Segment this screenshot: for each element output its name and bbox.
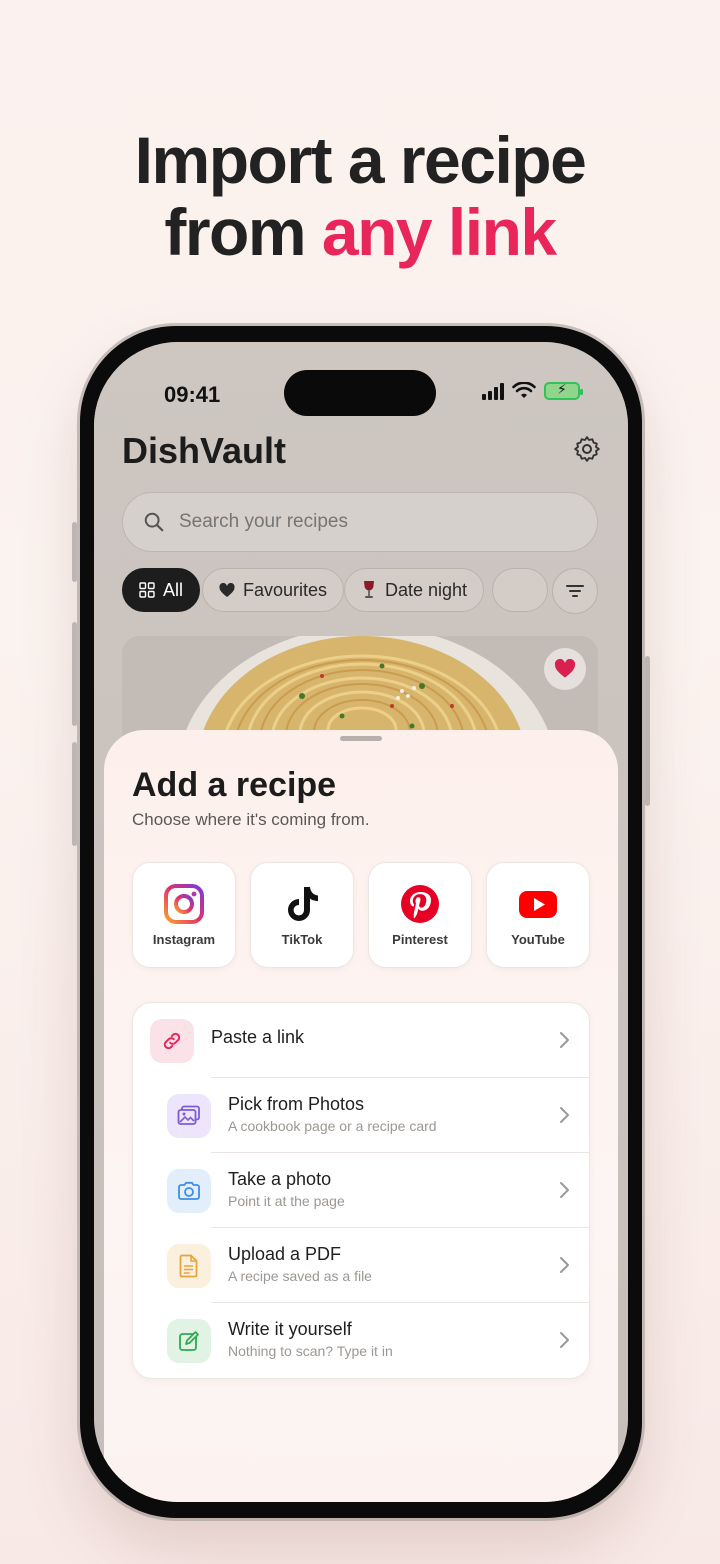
chip-favourites-label: Favourites: [243, 579, 328, 600]
phone-frame: 09:41 ⚡ DishVault All: [72, 326, 650, 1518]
headline-accent: any link: [321, 195, 557, 269]
option-upload-pdf[interactable]: Upload a PDF A recipe saved as a file: [133, 1228, 589, 1303]
signal-icon: [482, 382, 504, 400]
search-icon: [144, 512, 164, 532]
filter-lines-icon: [566, 585, 584, 597]
chevron-right-icon: [560, 1182, 569, 1198]
heart-icon: [219, 582, 235, 597]
option-write-yourself[interactable]: Write it yourself Nothing to scan? Type …: [133, 1303, 589, 1378]
instagram-icon: [164, 883, 204, 924]
option-photos-icon-bg: [167, 1093, 211, 1138]
option-subtitle: A recipe saved as a file: [228, 1268, 372, 1284]
chip-all-label: All: [163, 579, 184, 600]
chip-date-night-label: Date night: [385, 579, 468, 600]
chevron-right-icon: [560, 1032, 569, 1048]
mute-switch: [72, 522, 77, 582]
option-title: Write it yourself: [228, 1319, 352, 1339]
option-paste-link-text: Paste a link: [211, 1027, 304, 1048]
status-icons: ⚡: [482, 381, 583, 400]
option-pdf-icon-bg: [167, 1243, 211, 1288]
chip-favourites[interactable]: Favourites: [202, 568, 345, 612]
headline-line-2: from any link: [0, 196, 720, 268]
chip-date-night[interactable]: Date night: [344, 568, 485, 612]
sheet-grabber[interactable]: [340, 736, 382, 741]
marketing-headline: Import a recipe from any link: [0, 124, 720, 268]
dynamic-island: [284, 370, 436, 416]
option-subtitle: Nothing to scan? Type it in: [228, 1343, 393, 1359]
chip-all[interactable]: All: [122, 568, 201, 612]
side-button: [645, 656, 650, 806]
app-title: DishVault: [122, 430, 287, 471]
battery-icon: ⚡: [544, 381, 583, 400]
wifi-icon: [512, 382, 536, 398]
source-grid: Instagram TikTok Pinterest YouTube: [132, 862, 590, 968]
source-instagram[interactable]: Instagram: [132, 862, 236, 968]
filter-button[interactable]: [552, 568, 598, 614]
source-instagram-label: Instagram: [152, 931, 216, 947]
source-youtube[interactable]: YouTube: [486, 862, 590, 968]
phone-screen: 09:41 ⚡ DishVault All: [94, 342, 628, 1502]
settings-gear-icon[interactable]: [572, 434, 602, 464]
option-pdf-text: Upload a PDF A recipe saved as a file: [228, 1244, 372, 1284]
search-bar[interactable]: [122, 492, 598, 552]
option-write-text: Write it yourself Nothing to scan? Type …: [228, 1319, 393, 1359]
option-camera-icon-bg: [167, 1168, 211, 1213]
chip-more[interactable]: [492, 568, 548, 612]
youtube-icon: [519, 890, 557, 918]
option-pick-from-photos[interactable]: Pick from Photos A cookbook page or a re…: [133, 1078, 589, 1153]
pinterest-icon: [401, 884, 439, 923]
photos-icon: [177, 1105, 200, 1125]
moon-icon: [508, 583, 520, 597]
link-icon: [163, 1032, 181, 1049]
add-recipe-sheet: Add a recipe Choose where it's coming fr…: [104, 730, 618, 1502]
tiktok-icon: [288, 886, 318, 921]
option-title: Upload a PDF: [228, 1244, 342, 1264]
option-paste-link-icon-bg: [150, 1018, 194, 1063]
option-subtitle: Point it at the page: [228, 1193, 345, 1209]
grid-icon: [139, 582, 155, 598]
source-tiktok-label: TikTok: [281, 931, 323, 947]
option-edit-icon-bg: [167, 1318, 211, 1363]
source-tiktok[interactable]: TikTok: [250, 862, 354, 968]
volume-down-button: [72, 742, 77, 846]
option-photos-text: Pick from Photos A cookbook page or a re…: [228, 1094, 437, 1134]
option-camera-text: Take a photo Point it at the page: [228, 1169, 345, 1209]
option-take-photo[interactable]: Take a photo Point it at the page: [133, 1153, 589, 1228]
import-options-list: Paste a link Pick from Photos A cookbook…: [132, 1002, 590, 1379]
heart-filled-icon: [554, 659, 576, 678]
camera-icon: [178, 1181, 200, 1200]
option-paste-link[interactable]: Paste a link: [133, 1003, 589, 1078]
status-time: 09:41: [164, 382, 221, 407]
sheet-title: Add a recipe: [132, 766, 337, 804]
option-title: Pick from Photos: [228, 1094, 365, 1114]
edit-icon: [179, 1330, 199, 1351]
wine-glass-icon: [364, 581, 374, 598]
source-pinterest-label: Pinterest: [392, 931, 448, 947]
app-background: 09:41 ⚡ DishVault All: [94, 342, 628, 1502]
headline-prefix: from: [164, 195, 322, 269]
option-title: Take a photo: [228, 1169, 332, 1189]
chevron-right-icon: [560, 1107, 569, 1123]
headline-line-1: Import a recipe: [134, 123, 587, 197]
document-icon: [179, 1254, 198, 1277]
favourite-button[interactable]: [544, 648, 586, 690]
source-youtube-label: YouTube: [511, 931, 565, 947]
status-bar: 09:41 ⚡: [94, 370, 628, 418]
chevron-right-icon: [560, 1257, 569, 1273]
volume-up-button: [72, 622, 77, 726]
filter-chips: All Favourites Date night: [122, 568, 598, 614]
search-input[interactable]: [179, 511, 559, 533]
option-subtitle: A cookbook page or a recipe card: [228, 1118, 437, 1134]
option-title: Paste a link: [211, 1027, 305, 1047]
sheet-subtitle: Choose where it's coming from.: [132, 810, 370, 829]
chevron-right-icon: [560, 1332, 569, 1348]
source-pinterest[interactable]: Pinterest: [368, 862, 472, 968]
